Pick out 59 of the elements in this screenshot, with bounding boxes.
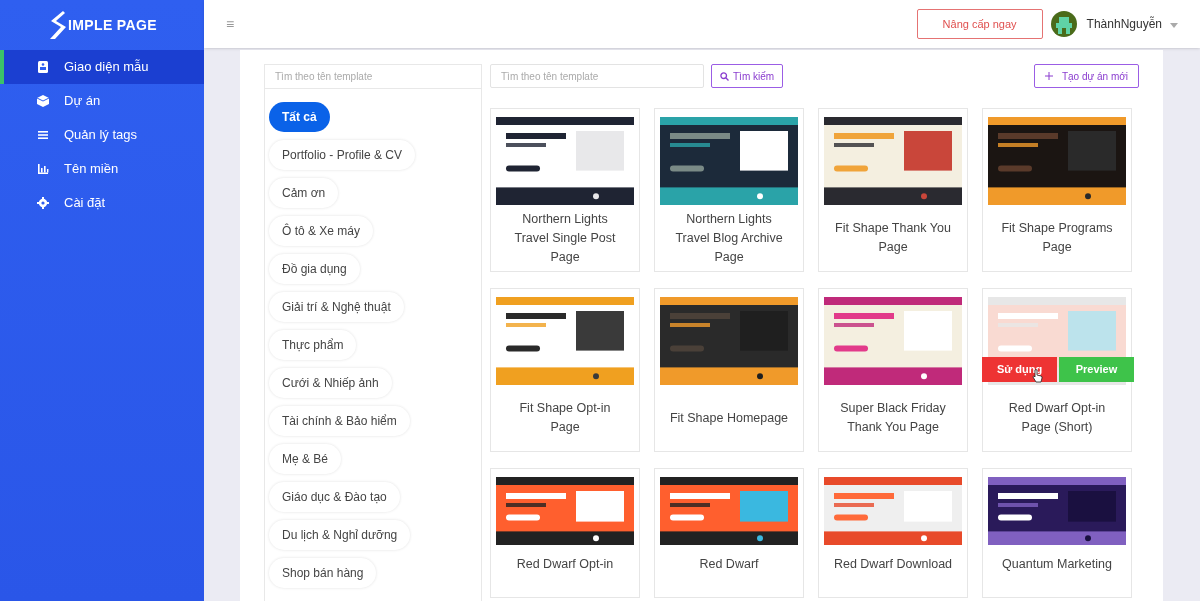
category-chip[interactable]: Đồ gia dụng: [269, 254, 360, 284]
category-chip[interactable]: Thực phẩm: [269, 330, 357, 360]
template-card[interactable]: Northern Lights Travel Single Post Page: [490, 108, 640, 272]
use-button[interactable]: Sử dụng: [982, 357, 1057, 382]
cube-icon: [36, 94, 50, 108]
category-chip[interactable]: Ô tô & Xe máy: [269, 216, 374, 246]
category-chip[interactable]: Du lịch & Nghỉ dưỡng: [269, 520, 411, 550]
category-search-field[interactable]: Tìm theo tên template: [265, 65, 481, 89]
template-title: Red Dwarf: [699, 556, 759, 573]
template-card[interactable]: Northern Lights Travel Blog Archive Page: [654, 108, 804, 272]
template-title: Quantum Marketing: [1002, 556, 1112, 573]
template-card[interactable]: Fit Shape Homepage: [654, 288, 804, 452]
template-title: Red Dwarf Download: [833, 556, 953, 573]
template-card[interactable]: Quantum Marketing: [982, 468, 1132, 598]
sidebar-item[interactable]: Quản lý tags: [0, 118, 204, 152]
template-card[interactable]: Fit Shape Opt-in Page: [490, 288, 640, 452]
category-chip[interactable]: Giáo dục & Đào tạo: [269, 482, 400, 512]
search-button[interactable]: Tìm kiếm: [711, 64, 784, 88]
template-card[interactable]: Fit Shape Thank You Page: [818, 108, 968, 272]
category-chip[interactable]: Tài chính & Bảo hiểm: [269, 406, 410, 436]
template-title: Northern Lights Travel Single Post Page: [513, 210, 617, 266]
list-icon: [36, 128, 50, 142]
template-card[interactable]: Super Black Friday Thank You Page: [818, 288, 968, 452]
template-title: Fit Shape Homepage: [668, 409, 790, 427]
sidebar-item[interactable]: Tên miền: [0, 152, 204, 186]
avatar-icon[interactable]: [1050, 11, 1077, 37]
template-card[interactable]: Sử dụng Preview Red Dwarf Opt-in Page (Short): [982, 288, 1132, 452]
plus-icon: [1044, 72, 1053, 80]
logo-text: IMPLE PAGE: [68, 15, 157, 35]
search-icon: [720, 71, 729, 81]
sidebar-item[interactable]: Giao diện mẫu: [0, 50, 204, 84]
template-card[interactable]: Fit Shape Programs Page: [982, 108, 1132, 272]
category-chip[interactable]: Cảm ơn: [269, 178, 339, 208]
category-chip[interactable]: Cưới & Nhiếp ảnh: [269, 368, 392, 398]
template-title: Super Black Friday Thank You Page: [839, 400, 947, 436]
bar-chart-icon: [36, 162, 50, 176]
category-chip[interactable]: Portfolio - Profile & CV: [269, 140, 416, 170]
template-title: Red Dwarf Opt-in Page (Short): [1007, 400, 1107, 436]
category-chip[interactable]: Giải trí & Nghệ thuật: [269, 292, 404, 322]
template-card[interactable]: Red Dwarf: [654, 468, 804, 598]
template-search-field[interactable]: Tìm theo tên template: [490, 64, 704, 88]
sidebar-item[interactable]: Cài đặt: [0, 186, 204, 220]
sidebar-item[interactable]: Dự án: [0, 84, 204, 118]
category-chip[interactable]: Shop bán hàng: [269, 558, 377, 588]
template-card[interactable]: Red Dwarf Download: [818, 468, 968, 598]
template-title: Fit Shape Thank You Page: [834, 220, 952, 256]
category-chip[interactable]: Mẹ & Bé: [269, 444, 342, 474]
id-card-icon: [36, 60, 50, 74]
new-project-button[interactable]: Tạo dự án mới: [1033, 64, 1139, 88]
template-title: Northern Lights Travel Blog Archive Page: [674, 210, 784, 266]
user-name[interactable]: ThànhNguyễn: [1086, 15, 1162, 33]
template-title: Fit Shape Opt-in Page: [518, 400, 612, 436]
category-chip[interactable]: Tất cả: [269, 102, 330, 132]
template-card[interactable]: Red Dwarf Opt-in: [490, 468, 640, 598]
upgrade-button[interactable]: Nâng cấp ngay: [916, 9, 1043, 39]
logo-icon: [47, 9, 68, 41]
template-title: Red Dwarf Opt-in: [516, 556, 614, 573]
settings-icon: [36, 196, 50, 210]
template-title: Fit Shape Programs Page: [1000, 220, 1114, 256]
